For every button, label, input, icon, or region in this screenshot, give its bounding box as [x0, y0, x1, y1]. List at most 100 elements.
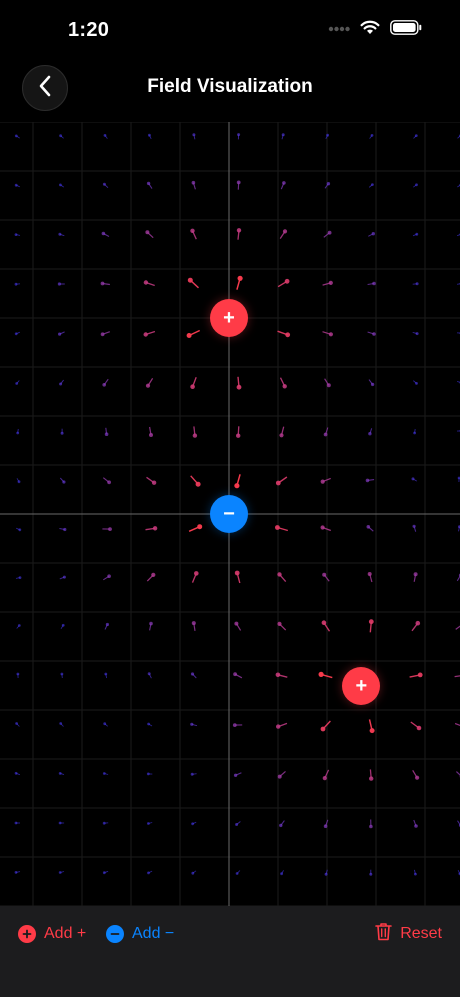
field-vector-head	[143, 280, 149, 285]
field-canvas[interactable]: + − +	[0, 122, 460, 906]
field-vector-head	[149, 433, 153, 437]
field-vector-head	[147, 871, 150, 875]
field-vector-head	[416, 725, 422, 731]
field-vector-head	[100, 281, 105, 286]
field-vector-head	[59, 722, 63, 725]
field-vector	[455, 625, 460, 630]
bottom-toolbar: Add + Add − Reset	[0, 906, 460, 997]
field-vector-head	[233, 773, 238, 777]
field-vector-head	[234, 483, 240, 489]
field-vector-head	[417, 672, 423, 678]
negative-charge[interactable]: −	[210, 495, 248, 533]
field-vector-head	[322, 776, 327, 781]
field-vector-head	[14, 183, 18, 187]
field-vector-head	[192, 433, 198, 438]
field-vector-head	[148, 133, 151, 137]
field-vector-head	[285, 332, 291, 338]
field-vector	[456, 771, 460, 776]
field-vector-head	[415, 620, 421, 626]
field-vector-head	[58, 821, 62, 825]
field-vector-head	[151, 572, 156, 577]
positive-charge[interactable]: +	[342, 666, 381, 705]
field-vector-head	[318, 671, 324, 678]
field-vector-head	[324, 872, 328, 876]
charge-sign: +	[355, 674, 368, 697]
field-vector-head	[63, 527, 67, 532]
field-vector-head	[17, 480, 21, 484]
field-vector-head	[415, 332, 419, 336]
field-vector-head	[18, 528, 22, 532]
field-vector-head	[58, 332, 62, 336]
field-vector-head	[414, 134, 418, 137]
field-vector-head	[282, 181, 286, 185]
battery-icon	[390, 20, 422, 40]
field-vector-head	[411, 477, 415, 481]
field-vector-head	[234, 570, 240, 576]
field-vector-head	[149, 621, 153, 626]
field-vector-head	[58, 232, 62, 236]
page-title: Field Visualization	[147, 76, 313, 97]
reset-button[interactable]: Reset	[375, 922, 442, 946]
field-vector-head	[236, 433, 241, 438]
field-vector-head	[369, 824, 373, 829]
field-vector-head	[369, 872, 373, 876]
field-vector-head	[16, 672, 20, 676]
field-vector-head	[369, 776, 374, 781]
field-vector-head	[282, 229, 288, 234]
field-vector-head	[412, 524, 416, 528]
field-vector-head	[367, 572, 372, 576]
field-vector-head	[368, 432, 372, 436]
field-vector-head	[414, 824, 418, 828]
field-vector-head	[365, 478, 370, 483]
reset-label: Reset	[400, 925, 442, 942]
field-vector-head	[277, 621, 282, 626]
add-positive-label: Add +	[44, 925, 87, 942]
field-vector-head	[14, 332, 18, 336]
field-vector-head	[195, 481, 201, 487]
field-vector-head	[368, 619, 374, 625]
field-vector-head	[276, 724, 281, 729]
field-vector-head	[277, 572, 282, 577]
field-vector-head	[326, 133, 329, 137]
field-vector-head	[14, 134, 18, 138]
field-vector-head	[191, 822, 195, 826]
field-vector-head	[58, 772, 62, 775]
status-time: 1:20	[68, 19, 110, 41]
status-bar: 1:20	[0, 0, 460, 60]
field-vector-head	[320, 726, 326, 732]
field-vector-head	[415, 282, 419, 286]
field-vector-head	[146, 181, 151, 186]
field-vector-head	[58, 871, 62, 874]
add-positive-charge-button[interactable]: Add +	[18, 922, 86, 946]
field-vector-head	[103, 722, 107, 726]
field-vector-head	[415, 775, 420, 780]
plus-circle-icon	[18, 925, 36, 943]
field-vector-head	[59, 183, 62, 187]
field-vector-head	[326, 383, 331, 388]
field-vector-head	[279, 433, 284, 438]
field-vector-head	[236, 180, 241, 185]
field-vector-head	[191, 621, 196, 626]
field-vector-head	[60, 672, 64, 676]
field-vector-head	[321, 620, 327, 625]
field-vector-head	[62, 575, 66, 579]
field-vector-head	[146, 772, 150, 776]
trash-icon	[375, 922, 393, 946]
field-vector-head	[104, 432, 109, 437]
field-vector-head	[371, 183, 374, 186]
wifi-icon	[360, 20, 380, 40]
field-vector-head	[326, 182, 331, 186]
field-vector-head	[277, 774, 282, 779]
field-vector-head	[232, 723, 237, 727]
add-negative-label: Add −	[132, 925, 175, 942]
field-vector-head	[413, 572, 418, 577]
field-vector-head	[17, 624, 21, 627]
field-vector-head	[370, 134, 374, 137]
field-vector-head	[14, 821, 18, 825]
field-vector-head	[328, 332, 333, 337]
add-negative-charge-button[interactable]: Add −	[106, 922, 174, 946]
field-vector-head	[60, 431, 64, 435]
positive-charge[interactable]: +	[210, 299, 248, 337]
field-vector-head	[147, 722, 151, 726]
minus-circle-icon	[106, 925, 124, 943]
